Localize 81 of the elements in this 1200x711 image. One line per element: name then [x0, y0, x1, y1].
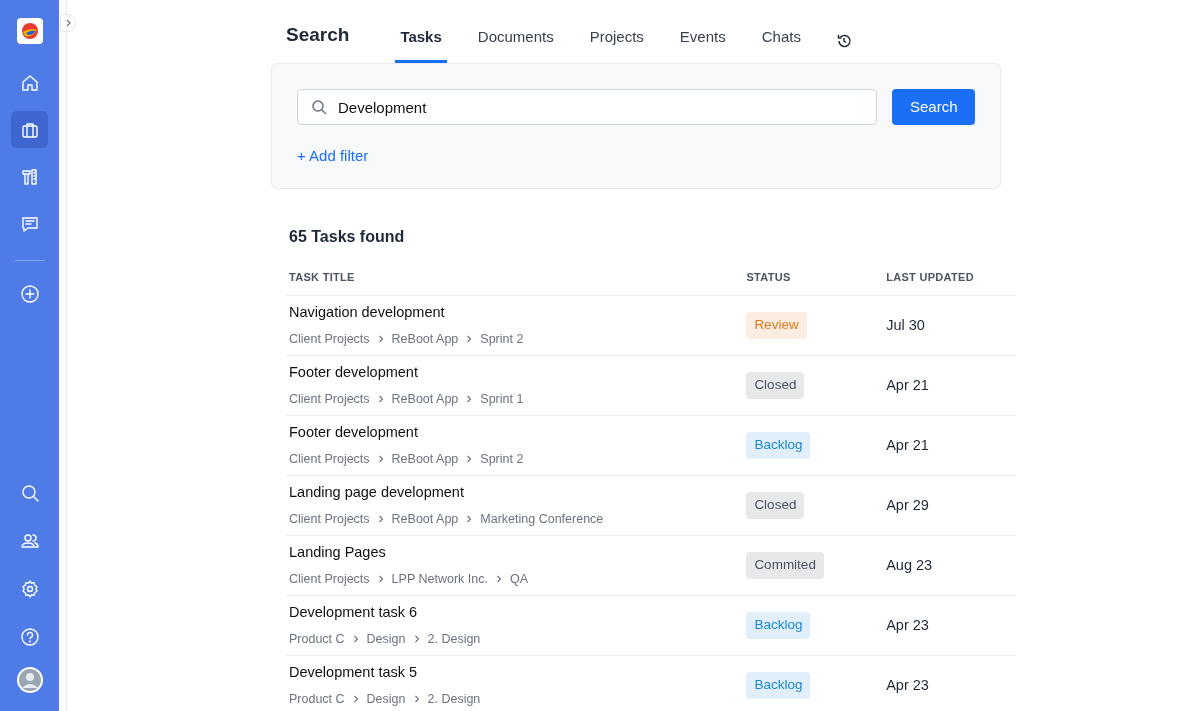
chevron-icon [495, 575, 502, 584]
breadcrumb-item[interactable]: Client Projects [289, 330, 370, 349]
task-title[interactable]: Development task 5 [289, 662, 747, 684]
chevron-icon [466, 395, 473, 404]
breadcrumb-item[interactable]: Sprint 2 [480, 330, 524, 349]
breadcrumb-item[interactable]: Product C [289, 690, 345, 709]
last-updated: Apr 29 [886, 495, 930, 515]
breadcrumb-item[interactable]: QA [509, 570, 528, 589]
history-icon[interactable] [835, 33, 852, 49]
breadcrumb-item[interactable]: ReBoot App [391, 450, 459, 469]
breadcrumb-item[interactable]: Sprint 1 [480, 390, 524, 409]
last-updated: Aug 23 [886, 555, 934, 575]
chevron-icon [377, 335, 384, 344]
column-header: LAST UPDATED [886, 270, 975, 285]
tab[interactable]: Projects [584, 25, 649, 63]
chevron-icon [377, 395, 384, 404]
breadcrumb-item[interactable]: Design [366, 630, 406, 649]
help-icon [19, 626, 40, 647]
chevron-icon [466, 455, 473, 464]
status-badge: Backlog [746, 612, 811, 639]
app-logo-icon[interactable] [16, 18, 43, 44]
avatar[interactable] [16, 667, 43, 693]
chevron-icon [377, 515, 384, 524]
last-updated: Apr 21 [886, 375, 930, 395]
chevron-icon [466, 335, 473, 344]
status-badge: Backlog [746, 432, 811, 459]
tab[interactable]: Documents [472, 25, 559, 63]
breadcrumb-item[interactable]: ReBoot App [391, 330, 459, 349]
breadcrumb-item[interactable]: Design [366, 690, 406, 709]
status-badge: Closed [746, 372, 805, 399]
breadcrumb-item[interactable]: Client Projects [289, 570, 370, 589]
task-title[interactable]: Footer development [289, 362, 747, 384]
breadcrumb-item[interactable]: Client Projects [289, 450, 370, 469]
search-button[interactable]: Search [892, 89, 975, 125]
chevron-icon [377, 575, 384, 584]
status-badge: Commited [746, 552, 824, 579]
add-filter-link[interactable]: + Add filter [297, 145, 369, 168]
chevron-icon [466, 515, 473, 524]
task-title[interactable]: Landing Pages [289, 542, 747, 564]
task-title[interactable]: Navigation development [289, 302, 747, 324]
breadcrumb-item[interactable]: Client Projects [289, 390, 370, 409]
last-updated: Apr 23 [886, 675, 930, 695]
chevron-icon [377, 455, 384, 464]
breadcrumb-item[interactable]: Product C [289, 630, 345, 649]
tools-icon [19, 166, 40, 187]
chevron-icon [413, 635, 420, 644]
tab[interactable]: Chats [756, 25, 806, 63]
last-updated: Apr 21 [886, 435, 930, 455]
last-updated: Apr 23 [886, 615, 930, 635]
tab[interactable]: Events [674, 25, 731, 63]
breadcrumb-item[interactable]: Marketing Conference [480, 510, 604, 529]
breadcrumb-item[interactable]: Client Projects [289, 510, 370, 529]
search-field[interactable]: Development [297, 89, 877, 125]
task-title[interactable]: Footer development [289, 422, 747, 444]
search-icon [19, 482, 40, 503]
task-title[interactable]: Landing page development [289, 482, 747, 504]
search-icon [312, 100, 327, 115]
results-count: 65 Tasks found [288, 227, 406, 247]
breadcrumb-item[interactable]: ReBoot App [391, 510, 459, 529]
status-badge: Backlog [746, 672, 811, 699]
column-header: STATUS [746, 270, 792, 285]
home-icon [19, 72, 40, 93]
breadcrumb-item[interactable]: LPP Network Inc. [391, 570, 488, 589]
nav-item[interactable] [11, 111, 48, 148]
task-title[interactable]: Development task 6 [289, 602, 747, 624]
chevron-right-icon [64, 19, 72, 27]
expand-button[interactable] [60, 14, 76, 32]
page-title: Search [286, 22, 350, 47]
status-badge: Closed [746, 492, 805, 519]
status-badge: Review [746, 312, 807, 339]
breadcrumb-item[interactable]: Sprint 2 [480, 450, 524, 469]
breadcrumb-item[interactable]: 2. Design [427, 630, 481, 649]
chevron-icon [352, 695, 359, 704]
settings-icon [19, 578, 40, 599]
breadcrumb-item[interactable]: ReBoot App [391, 390, 459, 409]
breadcrumb-item[interactable]: 2. Design [427, 690, 481, 709]
chevron-icon [413, 695, 420, 704]
column-header: TASK TITLE [288, 270, 356, 285]
chevron-icon [352, 635, 359, 644]
last-updated: Jul 30 [886, 315, 926, 335]
add-icon [19, 283, 40, 304]
